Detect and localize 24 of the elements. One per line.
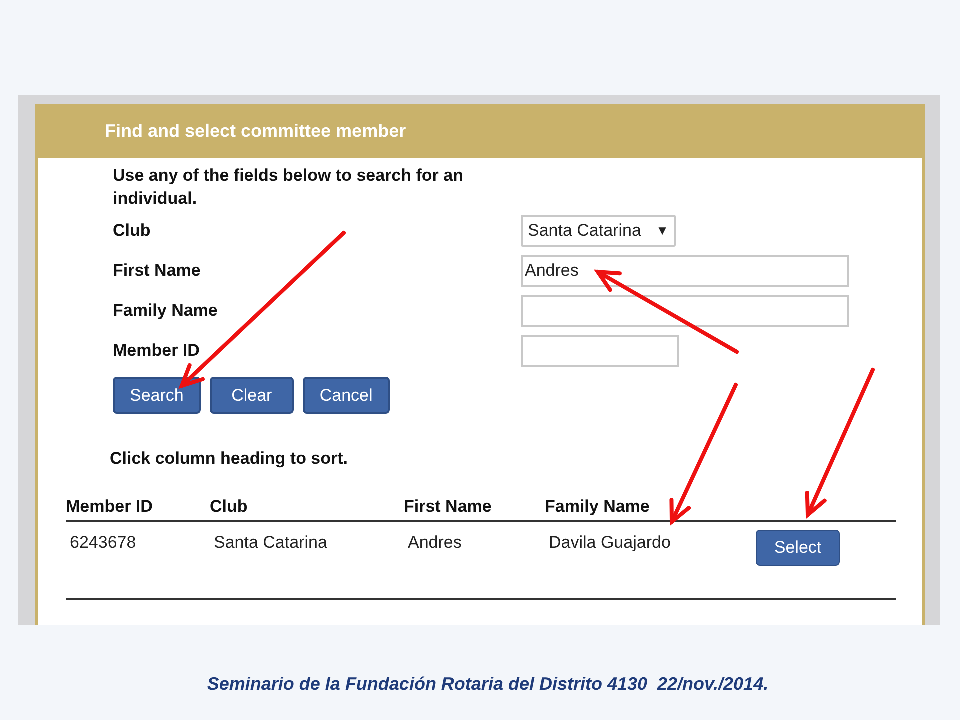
- table-cell-text: Davila Guajardo: [548, 532, 672, 554]
- sort-hint: Click column heading to sort.: [109, 448, 350, 470]
- column-header[interactable]: Club: [210, 494, 404, 519]
- club-dropdown[interactable]: Santa Catarina ▼: [521, 215, 676, 247]
- table-cell-text: Santa Catarina: [213, 532, 328, 554]
- input-field[interactable]: [521, 335, 679, 367]
- slide-caption: Seminario de la Fundación Rotaria del Distrito 4130 22/nov./2014.: [207, 673, 769, 696]
- field-label: Family Name: [113, 300, 219, 322]
- clear-button[interactable]: Clear: [210, 377, 294, 414]
- column-header[interactable]: Member ID: [66, 494, 210, 519]
- field-label: Club: [113, 220, 152, 242]
- table-cell-text: 6243678: [69, 532, 138, 554]
- search-button[interactable]: Search: [113, 377, 201, 414]
- input-field[interactable]: Andres: [521, 255, 849, 287]
- column-header[interactable]: First Name: [404, 494, 545, 519]
- dialog-title: Find and select committee member: [35, 104, 925, 158]
- select-button[interactable]: Select: [756, 530, 840, 566]
- column-header[interactable]: Family Name: [545, 494, 756, 519]
- table-cell-text: Andres: [407, 532, 463, 554]
- instructions: Use any of the fields below to search for an individual.: [113, 165, 464, 210]
- field-label: Member ID: [113, 340, 201, 362]
- input-field[interactable]: [521, 295, 849, 327]
- field-label: First Name: [113, 260, 202, 282]
- cancel-button[interactable]: Cancel: [302, 377, 390, 414]
